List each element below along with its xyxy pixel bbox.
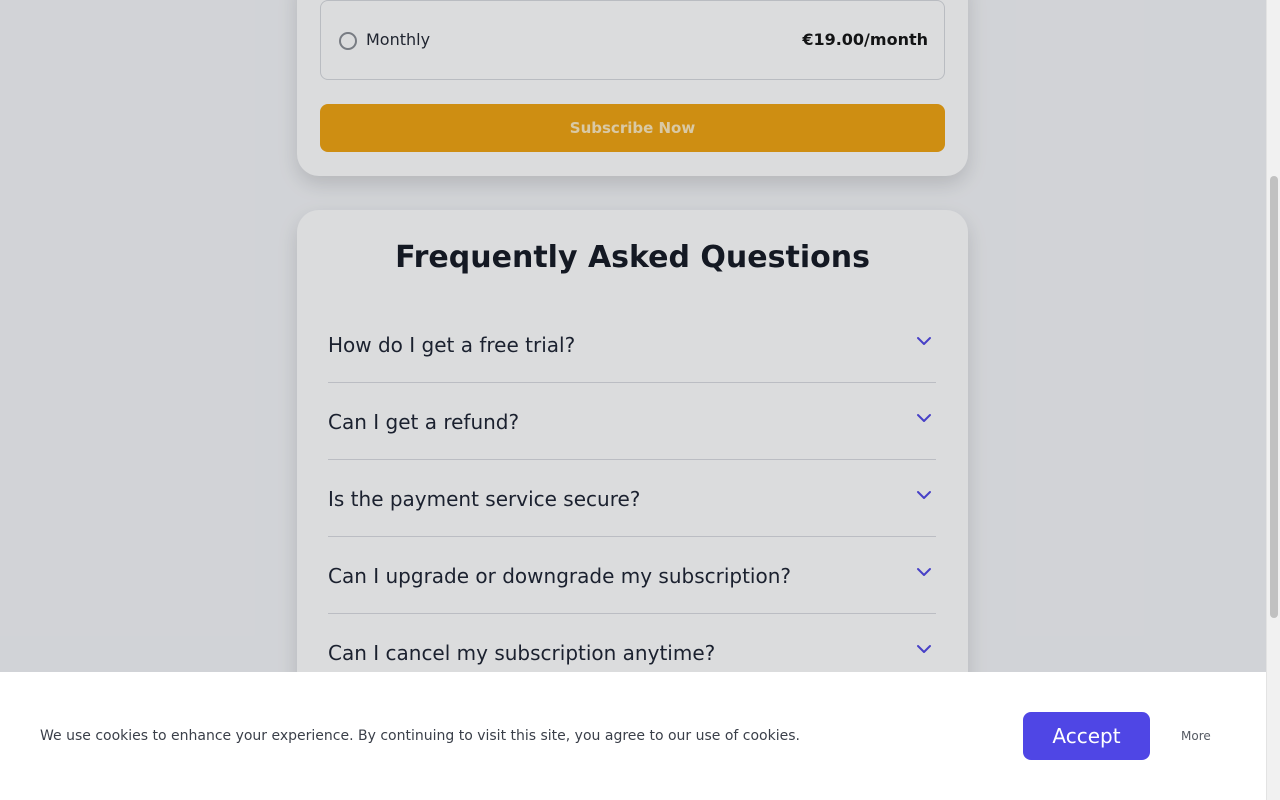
scrollbar[interactable] xyxy=(1266,0,1280,800)
more-link[interactable]: More xyxy=(1181,729,1211,743)
accept-button[interactable]: Accept xyxy=(1023,712,1150,760)
cookie-message: We use cookies to enhance your experienc… xyxy=(40,728,800,744)
cookie-banner: We use cookies to enhance your experienc… xyxy=(0,672,1266,800)
scrollbar-thumb[interactable] xyxy=(1270,176,1278,618)
